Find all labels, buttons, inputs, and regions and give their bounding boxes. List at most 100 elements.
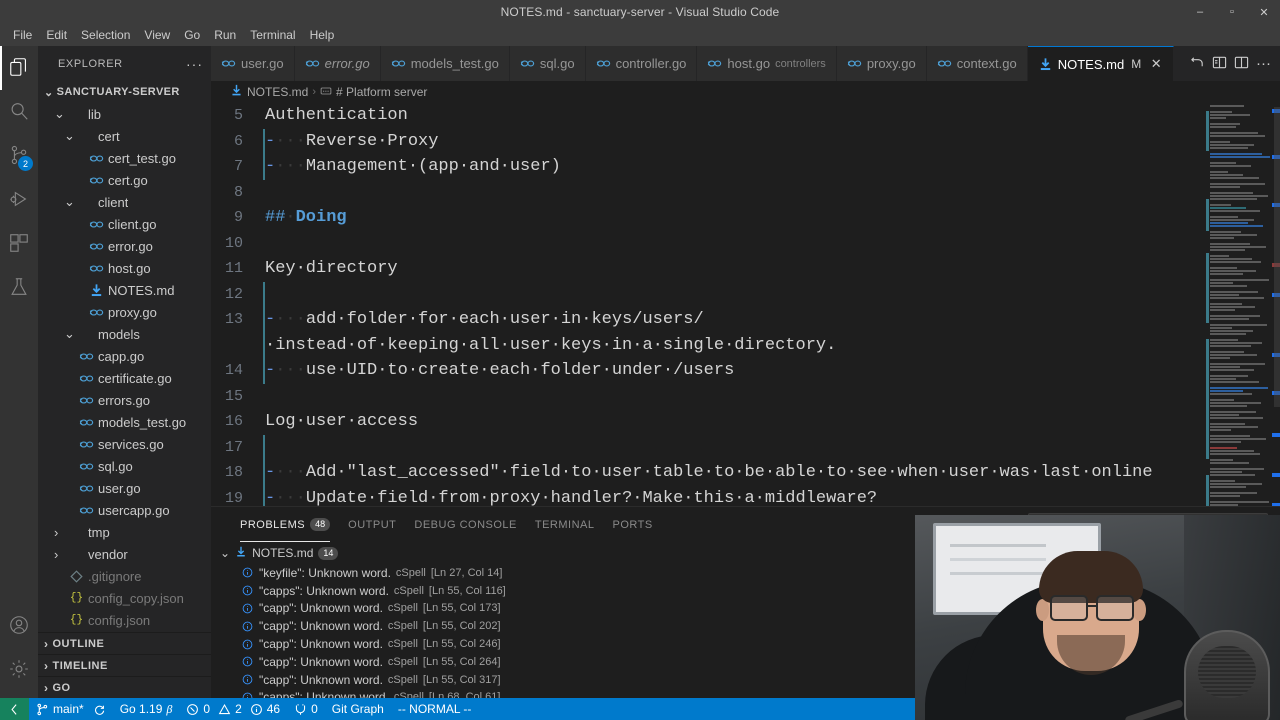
code-line[interactable]: 10: [211, 231, 1206, 257]
menu-go[interactable]: Go: [177, 26, 207, 44]
code-line[interactable]: 17: [211, 434, 1206, 460]
chevron-right-icon[interactable]: ›: [44, 637, 49, 651]
maximize-button[interactable]: ▫: [1216, 0, 1248, 24]
tree-file-services-go[interactable]: services.go: [38, 433, 211, 455]
tree-file-error-go[interactable]: error.go: [38, 235, 211, 257]
tree-file-host-go[interactable]: host.go: [38, 257, 211, 279]
menu-file[interactable]: File: [6, 26, 39, 44]
menu-view[interactable]: View: [137, 26, 177, 44]
more-actions-icon[interactable]: ···: [1256, 56, 1271, 71]
code-line[interactable]: 6 -···Reverse·Proxy: [211, 128, 1206, 154]
tree-file-config-json[interactable]: {} config.json: [38, 609, 211, 631]
code-line[interactable]: 12: [211, 281, 1206, 307]
tree-folder-cert[interactable]: ⌄ cert: [38, 125, 211, 147]
activity-bar-source-control[interactable]: 2: [0, 134, 38, 178]
close-button[interactable]: ✕: [1248, 0, 1280, 24]
status-ports[interactable]: 0: [287, 698, 325, 720]
tree-root[interactable]: ⌄ SANCTUARY-SERVER: [38, 81, 211, 103]
code-line[interactable]: 7 -···Management·(app·and·user): [211, 154, 1206, 180]
minimap-slider[interactable]: [1274, 107, 1280, 407]
activity-bar-settings[interactable]: [0, 648, 38, 692]
panel-tab-output[interactable]: OUTPUT: [339, 507, 405, 542]
breadcrumb-file[interactable]: NOTES.md: [247, 85, 308, 99]
code-line[interactable]: 19 -···Update·field·from·proxy·handler?·M…: [211, 485, 1206, 506]
code-line[interactable]: 9 ##·Doing: [211, 205, 1206, 231]
activity-bar-testing[interactable]: [0, 266, 38, 310]
panel-tab-terminal[interactable]: TERMINAL: [526, 507, 604, 542]
tree-file-user-go[interactable]: user.go: [38, 477, 211, 499]
code-line[interactable]: 11 Key·directory: [211, 256, 1206, 282]
code-line[interactable]: 13 -···add·folder·for·each·user·in·keys/u…: [211, 307, 1206, 358]
status-problems[interactable]: 0 2 46: [179, 698, 287, 720]
menu-terminal[interactable]: Terminal: [243, 26, 302, 44]
tree-file-config-copy-json[interactable]: {} config_copy.json: [38, 587, 211, 609]
tree-folder-models[interactable]: ⌄ models: [38, 323, 211, 345]
tree-folder-vendor[interactable]: › vendor: [38, 543, 211, 565]
tree-file-capp-go[interactable]: capp.go: [38, 345, 211, 367]
tab-notes-md[interactable]: NOTES.md M ✕: [1027, 46, 1175, 81]
panel-tab-problems[interactable]: PROBLEMS 48: [231, 507, 339, 542]
tree-folder-tmp[interactable]: › tmp: [38, 521, 211, 543]
panel-tab-ports[interactable]: PORTS: [603, 507, 661, 542]
file-tree[interactable]: ⌄ SANCTUARY-SERVER ⌄ lib ⌄ cert cert_test.go…: [38, 81, 211, 632]
tree-file-usercapp-go[interactable]: usercapp.go: [38, 499, 211, 521]
status-vim-mode[interactable]: -- NORMAL --: [391, 698, 479, 720]
code-line[interactable]: 14 -···use·UID·to·create·each·folder·unde…: [211, 358, 1206, 384]
tree-file-go-mod[interactable]: go.mod: [38, 631, 211, 632]
sidebar-section-go[interactable]: › GO: [38, 676, 211, 698]
tree-file-cert-go[interactable]: cert.go: [38, 169, 211, 191]
minimize-button[interactable]: –: [1184, 0, 1216, 24]
menu-edit[interactable]: Edit: [39, 26, 74, 44]
split-editor-right-icon[interactable]: [1234, 55, 1249, 73]
chevron-right-icon[interactable]: ›: [54, 547, 65, 562]
chevron-down-icon[interactable]: ⌄: [64, 326, 75, 342]
activity-bar-search[interactable]: [0, 90, 38, 134]
chevron-right-icon[interactable]: ›: [54, 525, 65, 540]
tab-models-test-go[interactable]: models_test.go: [380, 46, 510, 81]
panel-tab-debug-console[interactable]: DEBUG CONSOLE: [405, 507, 525, 542]
tree-file-client-go[interactable]: client.go: [38, 213, 211, 235]
status-go-version[interactable]: Go 1.19 β: [113, 698, 180, 720]
explorer-more-icon[interactable]: ···: [186, 57, 203, 71]
tab-controller-go[interactable]: controller.go: [585, 46, 698, 81]
tab-sql-go[interactable]: sql.go: [509, 46, 586, 81]
tree-folder-client[interactable]: ⌄ client: [38, 191, 211, 213]
chevron-down-icon[interactable]: ⌄: [64, 128, 75, 144]
chevron-down-icon[interactable]: ⌄: [64, 194, 75, 210]
tab-proxy-go[interactable]: proxy.go: [836, 46, 927, 81]
status-branch[interactable]: main*: [29, 698, 113, 720]
activity-bar-run-and-debug[interactable]: [0, 178, 38, 222]
code-lines[interactable]: 5 Authentication 6 -···Reverse·Proxy 7 -···Ma…: [211, 103, 1206, 506]
tree-file-sql-go[interactable]: sql.go: [38, 455, 211, 477]
code-line[interactable]: 18 -···Add·"last_accessed"·field·to·user·…: [211, 460, 1206, 486]
menu-run[interactable]: Run: [207, 26, 243, 44]
tab-close-icon[interactable]: ✕: [1149, 56, 1163, 72]
split-editor-down-icon[interactable]: [1190, 55, 1205, 73]
chevron-right-icon[interactable]: ›: [44, 659, 49, 673]
chevron-down-icon[interactable]: ⌄: [54, 106, 65, 122]
code-line[interactable]: 16 Log·user·access: [211, 409, 1206, 435]
chevron-right-icon[interactable]: ›: [44, 681, 49, 695]
menu-help[interactable]: Help: [303, 26, 342, 44]
tab-error-go[interactable]: error.go: [294, 46, 381, 81]
open-changes-icon[interactable]: [1212, 55, 1227, 73]
tree-file-cert-test-go[interactable]: cert_test.go: [38, 147, 211, 169]
code-line[interactable]: 15: [211, 384, 1206, 410]
menu-selection[interactable]: Selection: [74, 26, 137, 44]
tab-host-go[interactable]: host.go controllers: [697, 46, 837, 81]
activity-bar-explorer[interactable]: [0, 46, 38, 90]
code-line[interactable]: 8: [211, 180, 1206, 206]
tree-file-certificate-go[interactable]: certificate.go: [38, 367, 211, 389]
activity-bar-accounts[interactable]: [0, 604, 38, 648]
tree-file-errors-go[interactable]: errors.go: [38, 389, 211, 411]
activity-bar-extensions[interactable]: [0, 222, 38, 266]
tree-folder-lib[interactable]: ⌄ lib: [38, 103, 211, 125]
code-line[interactable]: 5 Authentication: [211, 103, 1206, 129]
tab-context-go[interactable]: context.go: [926, 46, 1028, 81]
tab-user-go[interactable]: user.go: [211, 46, 295, 81]
breadcrumb-symbol[interactable]: # Platform server: [336, 85, 427, 99]
sidebar-section-outline[interactable]: › OUTLINE: [38, 632, 211, 654]
sidebar-section-timeline[interactable]: › TIMELINE: [38, 654, 211, 676]
tree-file-notes-md[interactable]: NOTES.md: [38, 279, 211, 301]
tree-file-models-test-go[interactable]: models_test.go: [38, 411, 211, 433]
